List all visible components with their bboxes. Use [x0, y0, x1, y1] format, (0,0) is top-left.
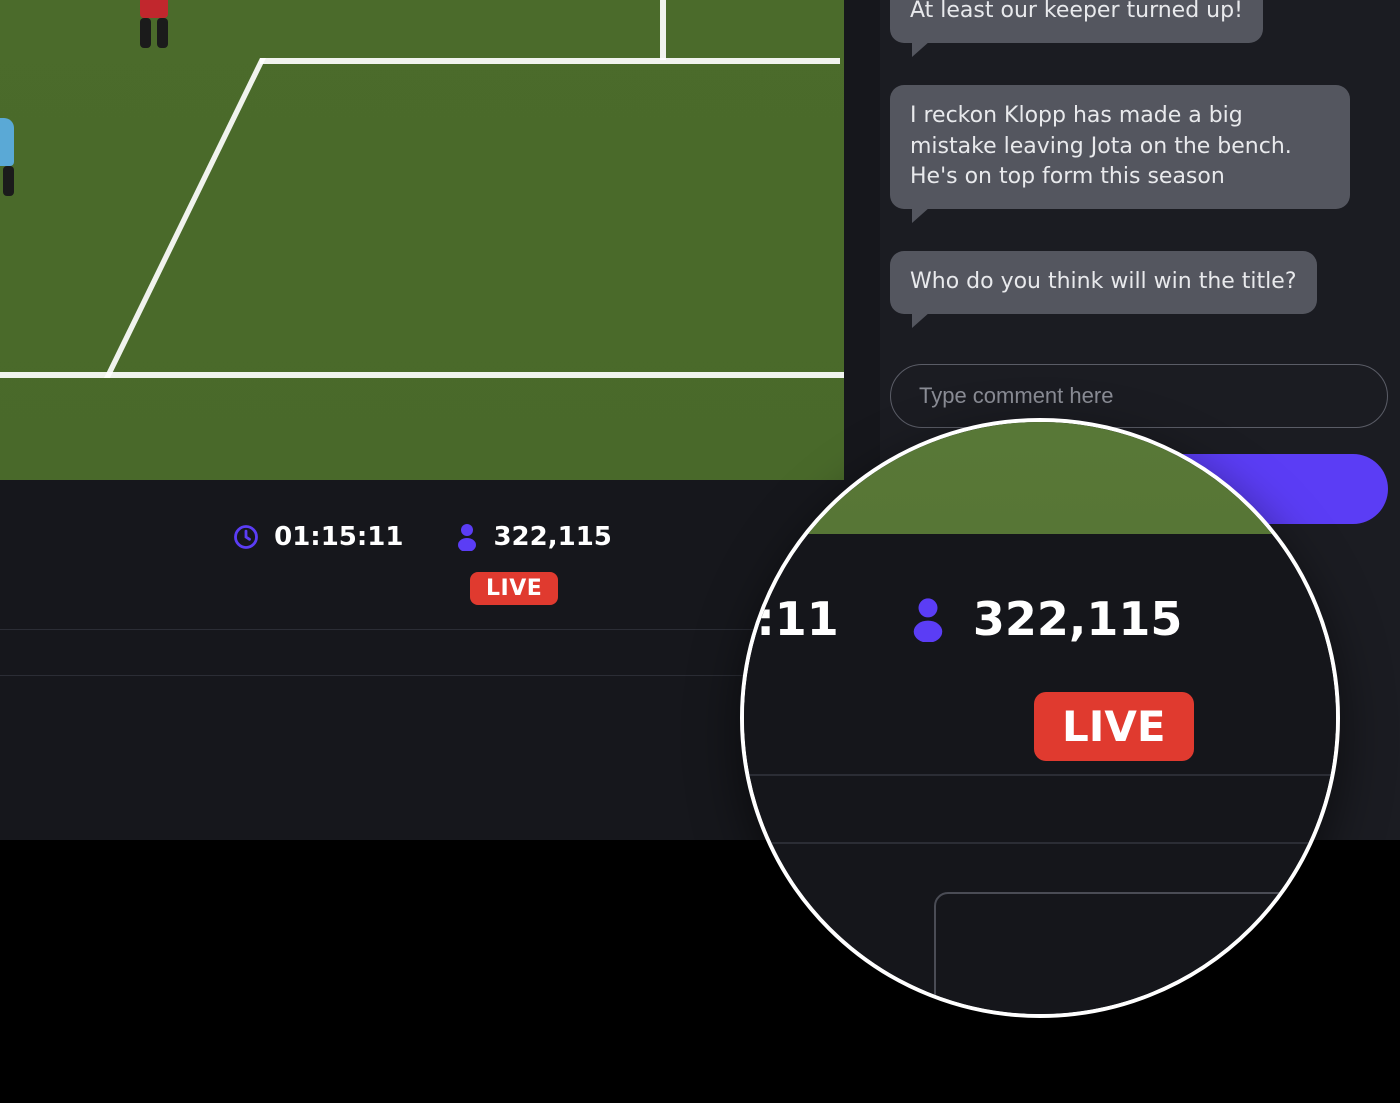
- viewer-count-value: 322,115: [493, 522, 611, 552]
- magnifier-content: :15:11 322,115 LIVE: [740, 418, 1340, 1018]
- magnified-time-fragment: :15:11: [740, 592, 839, 646]
- chat-message: I reckon Klopp has made a big mistake le…: [890, 85, 1350, 209]
- video-player[interactable]: 21: [0, 0, 844, 480]
- pitch-line: [260, 58, 840, 64]
- person-icon: [909, 596, 947, 642]
- magnified-video-edge: [740, 418, 1340, 534]
- magnified-input-fragment: [934, 892, 1340, 1018]
- comment-input[interactable]: [890, 364, 1388, 428]
- person-icon: [455, 523, 479, 551]
- magnifier-overlay: :15:11 322,115 LIVE: [740, 418, 1340, 1018]
- chat-message-list: At least our keeper turned up! I reckon …: [890, 0, 1382, 314]
- chat-message: At least our keeper turned up!: [890, 0, 1263, 43]
- jersey-number: 21: [141, 0, 166, 1]
- chat-message-text: I reckon Klopp has made a big mistake le…: [910, 103, 1292, 190]
- clock-icon: [232, 523, 260, 551]
- magnified-stats-row: :15:11 322,115: [740, 592, 1340, 646]
- video-stats-row: 01:15:11 322,115: [0, 522, 844, 552]
- viewer-count-stat: 322,115: [455, 522, 611, 552]
- live-badge: LIVE: [470, 572, 558, 605]
- video-info-bar: 01:15:11 322,115 LIVE: [0, 480, 844, 630]
- elapsed-time-value: 01:15:11: [274, 522, 403, 552]
- pitch-line: [104, 58, 266, 378]
- magnified-viewer-count: 322,115: [973, 592, 1183, 646]
- magnified-divider: [740, 774, 1340, 776]
- chat-message-text: At least our keeper turned up!: [910, 0, 1243, 23]
- chat-message: Who do you think will win the title?: [890, 251, 1317, 314]
- chat-message-text: Who do you think will win the title?: [910, 269, 1297, 294]
- magnified-live-badge: LIVE: [1034, 692, 1194, 761]
- pitch-line: [660, 0, 666, 60]
- divider-strip: [0, 630, 844, 676]
- magnified-divider: [740, 842, 1340, 844]
- pitch-line: [0, 372, 844, 378]
- player-red-21: 21: [140, 0, 168, 48]
- player-blue: [0, 118, 14, 196]
- elapsed-time-stat: 01:15:11: [232, 522, 403, 552]
